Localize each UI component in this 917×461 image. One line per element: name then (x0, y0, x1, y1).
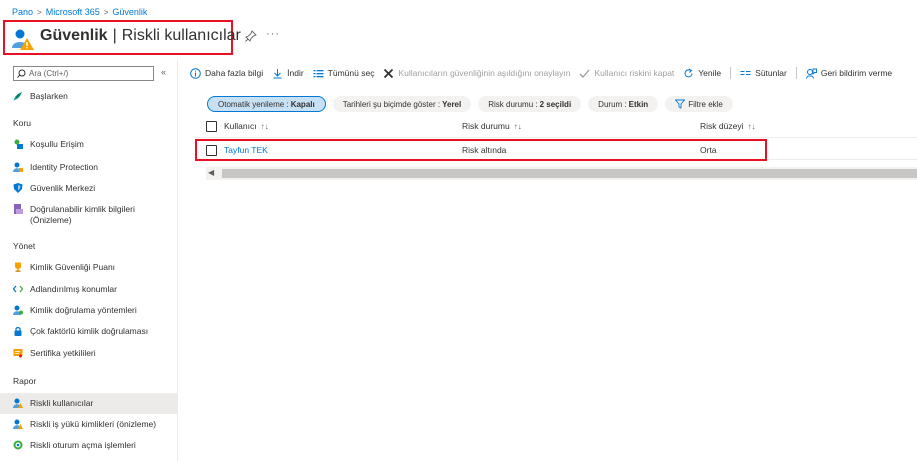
column-header-risk-state[interactable]: Risk durumu ↑↓ (462, 121, 522, 131)
search-input[interactable] (29, 69, 139, 78)
confirm-compromised-button[interactable]: Kullanıcıların güvenliğinin aşıldığını o… (383, 68, 570, 79)
collapse-sidebar-icon[interactable]: « (161, 67, 166, 77)
scroll-left-icon[interactable]: ◀ (208, 168, 214, 177)
search-box[interactable] (13, 66, 154, 81)
columns-button[interactable]: Sütunlar (740, 68, 787, 79)
filter-add-icon (675, 99, 686, 109)
horizontal-scrollbar[interactable]: ◀ (206, 167, 917, 180)
row-highlight-box (195, 139, 767, 161)
select-all-checkbox-cell (206, 121, 217, 132)
filter-auto-refresh[interactable]: Otomatik yenileme : Kapalı (207, 96, 326, 112)
sidebar-item-kimlik-guvenligi-puani[interactable]: Kimlik Güvenliği Puanı (0, 262, 178, 276)
chevron-right-icon: > (37, 7, 42, 17)
filter-risk-state[interactable]: Risk durumu :2 seçildi (478, 96, 582, 112)
conditional-access-icon (14, 139, 23, 149)
filter-date-format[interactable]: Tarihleri şu biçimde göster : Yerel (332, 96, 472, 112)
breadcrumb-microsoft-365[interactable]: Microsoft 365 (46, 7, 100, 17)
risky-user-icon (12, 29, 34, 50)
toolbar-divider (730, 67, 732, 79)
filter-bar: Otomatik yenileme : Kapalı Tarihleri şu b… (207, 96, 733, 112)
chevron-right-icon: > (103, 7, 109, 17)
breadcrumb-pano[interactable]: Pano (12, 7, 33, 17)
filter-status[interactable]: Durum : Etkin (588, 96, 659, 112)
more-options-icon[interactable]: ··· (266, 28, 280, 40)
sidebar-section-koru: Koru (13, 118, 31, 128)
risky-workload-icon (13, 419, 23, 429)
auth-methods-icon (13, 305, 23, 315)
risky-user-icon (13, 398, 23, 408)
sidebar-item-riskli-kullanicilar[interactable]: Riskli kullanıcılar (0, 393, 178, 414)
sidebar-section-rapor: Rapor (13, 376, 37, 386)
refresh-button[interactable]: Yenile (683, 68, 721, 79)
trophy-icon (15, 262, 21, 272)
sidebar-item-guvenlik-merkezi[interactable]: Güvenlik Merkezi (0, 183, 178, 197)
code-brackets-icon (13, 285, 23, 293)
sort-icon: ↑↓ (747, 121, 756, 131)
download-button[interactable]: İndir (272, 68, 304, 79)
verifiable-credentials-icon (14, 204, 23, 214)
select-all-checkbox[interactable] (206, 121, 217, 132)
sidebar-item-cok-faktorlu[interactable]: Çok faktörlü kimlik doğrulaması (0, 326, 178, 340)
sidebar-item-identity-protection[interactable]: Identity Protection (0, 162, 178, 176)
sidebar-item-riskli-is-yuku[interactable]: Riskli iş yükü kimlikleri (önizleme) (0, 419, 178, 433)
sidebar-item-riskli-oturum[interactable]: Riskli oturum açma işlemleri (0, 440, 178, 454)
command-bar: Daha fazla bilgi İndir Tümünü seç Kullan… (190, 62, 901, 84)
sidebar-item-sertifika-yetkilileri[interactable]: Sertifika yetkilileri (0, 348, 178, 362)
toolbar-divider (795, 67, 797, 79)
info-icon (190, 67, 201, 79)
list-icon (313, 69, 324, 77)
more-info-button[interactable]: Daha fazla bilgi (190, 67, 263, 79)
identity-protection-icon (13, 162, 23, 172)
refresh-icon (684, 68, 693, 77)
breadcrumb: Pano > Microsoft 365 > Güvenlik (12, 5, 147, 19)
page-title: Güvenlik | Riskli kullanıcılar (40, 27, 241, 44)
add-filter-button[interactable]: Filtre ekle (665, 96, 733, 112)
scrollbar-thumb[interactable] (222, 169, 917, 178)
sidebar-item-baslarken[interactable]: Başlarken (0, 91, 178, 105)
dismiss-risk-button[interactable]: Kullanıcı riskini kapat (579, 68, 674, 79)
sidebar-item-dogrulanabilir-kimlik[interactable]: Doğrulanabilir kimlik bilgileri (Önizlem… (0, 204, 178, 230)
certificate-icon (13, 349, 23, 358)
pin-icon[interactable] (245, 30, 257, 42)
column-header-user[interactable]: Kullanıcı ↑↓ (224, 121, 269, 131)
sidebar-item-adlandirilmis-konumlar[interactable]: Adlandırılmış konumlar (0, 284, 178, 298)
sidebar-item-kimlik-dogrulama-yontemleri[interactable]: Kimlik doğrulama yöntemleri (0, 305, 178, 319)
sidebar-item-kosullu-erisim[interactable]: Koşullu Erişim (0, 139, 178, 153)
rocket-icon (13, 92, 22, 101)
breadcrumb-guvenlik[interactable]: Güvenlik (112, 7, 147, 17)
columns-icon (740, 70, 751, 75)
table-header: Kullanıcı ↑↓ Risk durumu ↑↓ Risk düzeyi ↑↓ (195, 116, 917, 138)
sort-icon: ↑↓ (513, 121, 522, 131)
lock-icon (14, 327, 22, 336)
sidebar: « Başlarken Koru Koşullu Erişim Identity… (0, 60, 178, 461)
column-header-risk-level[interactable]: Risk düzeyi ↑↓ (700, 121, 755, 131)
risky-signin-icon (13, 440, 23, 450)
close-icon (384, 68, 394, 78)
select-all-button[interactable]: Tümünü seç (313, 68, 374, 79)
sort-icon: ↑↓ (260, 121, 269, 131)
feedback-button[interactable]: Geri bildirim verme (805, 68, 892, 79)
search-icon (17, 69, 26, 78)
sidebar-section-yonet: Yönet (13, 241, 36, 251)
feedback-icon (805, 68, 817, 79)
download-icon (273, 68, 282, 78)
checkmark-icon (579, 69, 590, 78)
shield-icon (13, 183, 23, 193)
